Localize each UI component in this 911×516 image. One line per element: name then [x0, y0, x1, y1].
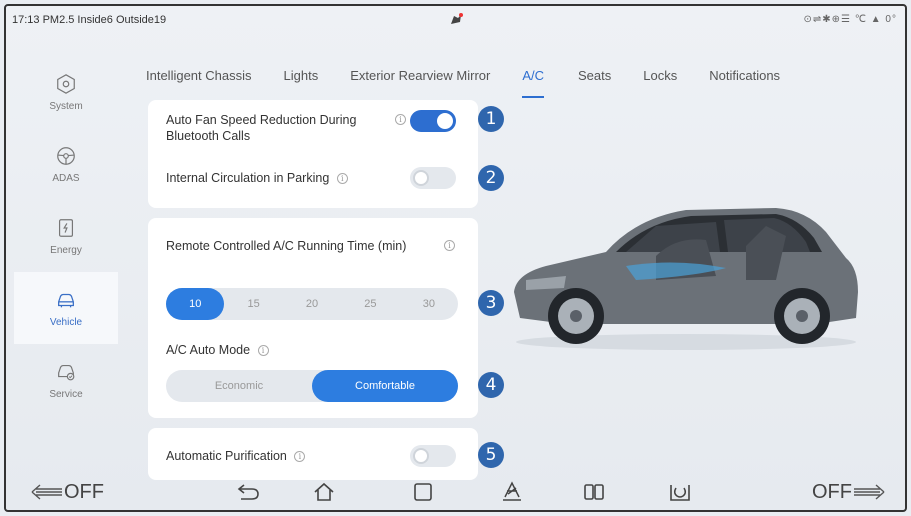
toggle-knob	[413, 448, 429, 464]
camera-button[interactable]	[668, 480, 692, 504]
remote-ac-time-selector: 10 15 20 25 30	[166, 288, 458, 320]
remote-ac-option-20[interactable]: 20	[283, 288, 341, 320]
toggle-knob	[437, 113, 453, 129]
callout-badge-4: 4	[478, 372, 504, 398]
sidebar-item-adas[interactable]: ADAS	[14, 128, 118, 200]
car-service-icon	[58, 364, 75, 380]
left-climate-off-button[interactable]: OFF	[30, 480, 104, 504]
airflow-right-icon	[854, 484, 885, 500]
sidebar-item-service[interactable]: Service	[14, 344, 118, 416]
car-icon	[58, 293, 74, 307]
callout-badge-3: 3	[478, 290, 504, 316]
info-icon[interactable]: i	[444, 240, 455, 251]
info-icon[interactable]: i	[294, 451, 306, 463]
internal-circulation-toggle[interactable]	[410, 167, 456, 189]
remote-ac-option-30[interactable]: 30	[400, 288, 458, 320]
sidebar-item-label: System	[49, 100, 83, 112]
left-off-label: OFF	[64, 480, 104, 503]
sidebar-item-label: Vehicle	[49, 316, 83, 328]
info-icon[interactable]: i	[336, 173, 348, 185]
ac-auto-mode-label: A/C Auto Mode i	[166, 342, 269, 358]
tab-intelligent-chassis[interactable]: Intelligent Chassis	[146, 68, 252, 98]
sidebar-item-label: ADAS	[52, 172, 80, 184]
tab-notifications[interactable]: Notifications	[709, 68, 780, 98]
split-screen-icon	[584, 484, 604, 500]
sidebar-item-label: Service	[49, 388, 83, 400]
bottom-navigation-bar: OFF OFF	[6, 474, 905, 510]
auto-purification-label: Automatic Purification i	[166, 448, 306, 464]
tab-exterior-rearview-mirror[interactable]: Exterior Rearview Mirror	[350, 68, 490, 98]
steering-wheel-icon	[57, 146, 75, 165]
split-screen-button[interactable]	[582, 480, 606, 504]
notification-icon	[451, 13, 463, 24]
status-icons: ⊙⇌✱⊕☰ ℃ ▲ 0°	[803, 14, 897, 25]
ac-auto-mode-selector: Economic Comfortable	[166, 370, 458, 402]
auto-fan-label: Auto Fan Speed Reduction During Bluetoot…	[166, 113, 357, 143]
home-icon	[314, 482, 334, 501]
status-bar: 17:13 PM2.5 Inside6 Outside19 ⊙⇌✱⊕☰ ℃ ▲ …	[6, 6, 905, 34]
right-off-label: OFF	[812, 480, 852, 503]
back-button[interactable]	[236, 480, 262, 504]
tab-lights[interactable]: Lights	[284, 68, 319, 98]
vehicle-illustration	[514, 208, 858, 350]
hexagon-icon	[57, 73, 75, 94]
battery-icon	[58, 218, 74, 237]
ac-mode-economic[interactable]: Economic	[166, 370, 312, 402]
sidebar-item-label: Energy	[50, 244, 82, 256]
tab-seats[interactable]: Seats	[578, 68, 611, 98]
purification-card: Automatic Purification i	[148, 428, 478, 480]
ac-timing-mode-card: Remote Controlled A/C Running Time (min)…	[148, 218, 478, 418]
sidebar-item-system[interactable]: System	[14, 56, 118, 128]
camera-icon	[670, 485, 690, 501]
square-icon	[414, 483, 432, 501]
internal-circulation-label: Internal Circulation in Parking i	[166, 170, 348, 186]
toggle-knob	[413, 170, 429, 186]
settings-tabs: Intelligent Chassis Lights Exterior Rear…	[146, 68, 780, 98]
info-icon[interactable]: i	[395, 114, 406, 125]
ac-mode-comfortable[interactable]: Comfortable	[312, 370, 458, 402]
fan-button[interactable]	[500, 480, 524, 504]
sidebar: System ADAS Energy Vehicle Service	[14, 56, 118, 446]
auto-fan-toggle[interactable]	[410, 110, 456, 132]
callout-badge-1: 1	[478, 106, 504, 132]
right-climate-off-button[interactable]: OFF	[812, 480, 886, 504]
info-icon[interactable]: i	[257, 345, 269, 357]
home-button[interactable]	[312, 480, 336, 504]
remote-ac-option-10[interactable]: 10	[166, 288, 225, 320]
back-icon	[237, 484, 259, 500]
tab-locks[interactable]: Locks	[643, 68, 677, 98]
status-text: 17:13 PM2.5 Inside6 Outside19	[12, 14, 167, 26]
fan-icon	[503, 481, 521, 501]
remote-ac-option-15[interactable]: 15	[224, 288, 282, 320]
fan-circulation-card: Auto Fan Speed Reduction During Bluetoot…	[148, 100, 478, 208]
recent-apps-button[interactable]	[412, 480, 434, 504]
screen: 17:13 PM2.5 Inside6 Outside19 ⊙⇌✱⊕☰ ℃ ▲ …	[4, 4, 907, 512]
sidebar-item-energy[interactable]: Energy	[14, 200, 118, 272]
callout-badge-5: 5	[478, 442, 504, 468]
airflow-left-icon	[31, 484, 62, 500]
sidebar-item-vehicle[interactable]: Vehicle	[14, 272, 118, 344]
tab-ac[interactable]: A/C	[522, 68, 544, 98]
remote-ac-option-25[interactable]: 25	[341, 288, 399, 320]
remote-ac-label: Remote Controlled A/C Running Time (min)	[166, 239, 407, 253]
auto-purification-toggle[interactable]	[410, 445, 456, 467]
callout-badge-2: 2	[478, 165, 504, 191]
